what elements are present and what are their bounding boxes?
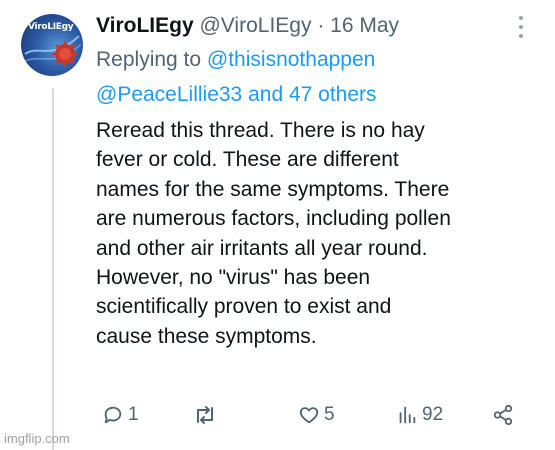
- mention-link[interactable]: @thisisnothappen: [207, 48, 375, 71]
- user-handle[interactable]: @ViroLIEgy: [199, 14, 311, 37]
- tweet-header: ViroLIEgy @ViroLIEgy · 16 May: [96, 12, 399, 40]
- replying-to: Replying to @thisisnothappen: [96, 46, 375, 74]
- analytics-icon: [399, 406, 416, 424]
- heart-icon: [299, 407, 319, 424]
- tweet-text-line: and other air irritants all year round.: [96, 236, 428, 260]
- reply-count: 1: [128, 404, 139, 425]
- tweet-actions: 1 5 92: [96, 400, 536, 430]
- more-options-icon[interactable]: [514, 14, 528, 40]
- retweet-icon: [197, 406, 213, 424]
- avatar[interactable]: ViroLIEgy: [21, 14, 83, 76]
- avatar-label: ViroLIEgy: [28, 22, 74, 32]
- tweet-text-line: Reread this thread. There is no hay: [96, 119, 425, 142]
- retweet-button[interactable]: [193, 400, 221, 430]
- reply-icon: [104, 406, 122, 424]
- replying-to-continued: @PeaceLillie33 and 47 others: [96, 81, 377, 109]
- replying-to-label: Replying to: [96, 48, 202, 71]
- thread-line: [52, 88, 54, 450]
- tweet-text-line: are numerous factors, including pollen: [96, 207, 451, 231]
- share-button[interactable]: [492, 400, 514, 430]
- others-link[interactable]: and 47 others: [248, 83, 376, 106]
- reply-button[interactable]: 1: [102, 400, 139, 430]
- tweet-text-line: However, no "virus" has been: [96, 266, 371, 290]
- watermark: imgflip.com: [4, 431, 70, 446]
- display-name[interactable]: ViroLIEgy: [96, 14, 194, 37]
- mention-link[interactable]: @PeaceLillie33: [96, 83, 242, 106]
- like-count: 5: [324, 404, 335, 425]
- like-button[interactable]: 5: [298, 400, 335, 430]
- views-count: 92: [422, 404, 444, 425]
- views-button[interactable]: 92: [396, 400, 443, 430]
- separator-dot: ·: [317, 14, 325, 37]
- tweet-text: Reread this thread. There is no hay feve…: [96, 116, 546, 351]
- tweet-text-line: names for the same symptoms. There: [96, 177, 450, 201]
- tweet-date[interactable]: 16 May: [330, 14, 399, 37]
- tweet-text-line: scientifically proven to exist and: [96, 295, 392, 319]
- tweet-text-line: cause these symptoms.: [96, 324, 317, 348]
- tweet-text-line: fever or cold. These are different: [96, 148, 399, 172]
- share-icon: [493, 404, 513, 426]
